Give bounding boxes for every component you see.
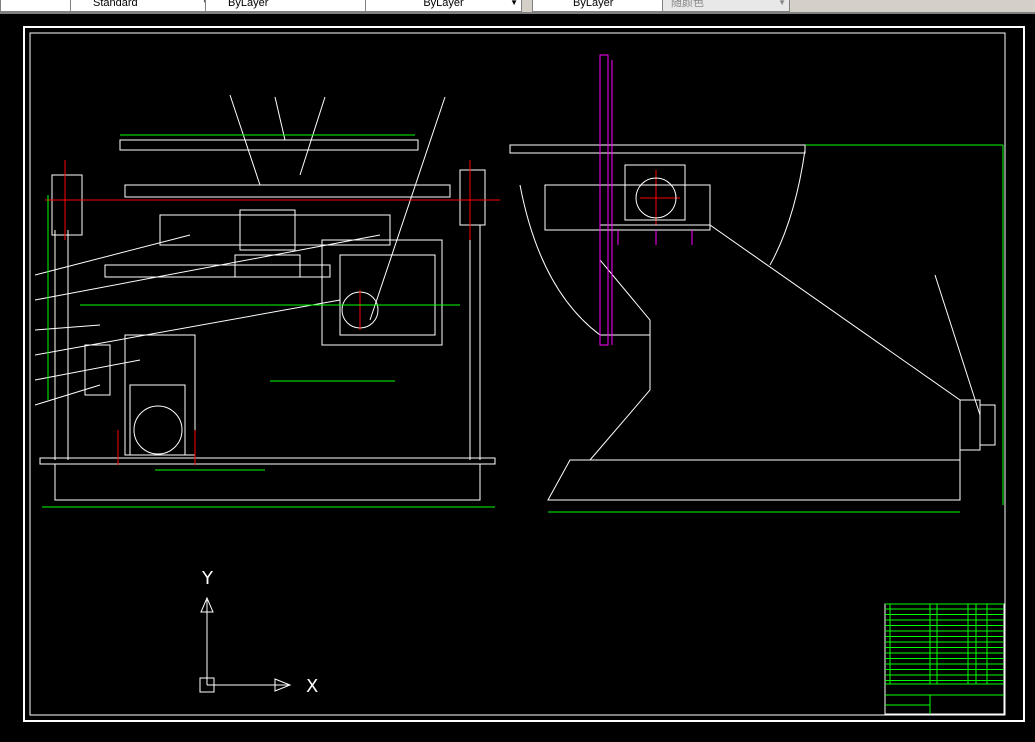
axis-x-label: X <box>306 676 318 697</box>
drawing-canvas[interactable]: Y X <box>0 14 1035 742</box>
side-view <box>509 144 996 501</box>
axis-y-label: Y <box>201 568 214 589</box>
plot-style-dropdown[interactable]: 随颜色 ▼ <box>662 0 790 12</box>
title-block <box>884 603 1005 715</box>
properties-toolbar: ▼ Standard▼ ByLayer▼ ByLayer▼ ByLayer▼ 随… <box>0 0 1035 14</box>
layer-dropdown[interactable]: ByLayer▼ <box>205 0 379 12</box>
centerlines <box>45 160 680 465</box>
text-style-dropdown[interactable]: Standard▼ <box>70 0 214 12</box>
outer-frame <box>23 26 1025 722</box>
linetype-dropdown[interactable]: ByLayer ▼ <box>365 0 522 12</box>
front-view <box>34 94 496 501</box>
rotating-plate <box>599 54 693 346</box>
axis-ucs <box>199 596 292 693</box>
